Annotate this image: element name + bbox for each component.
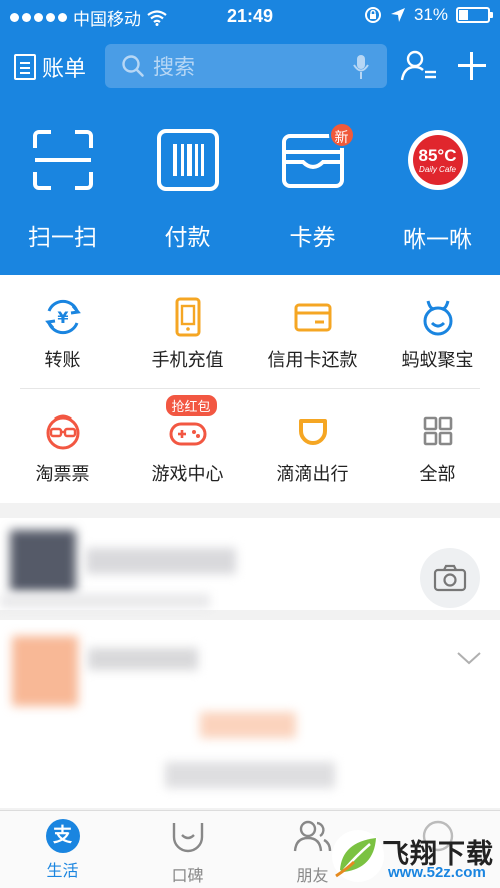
microphone-icon[interactable] [353,54,369,80]
rotation-lock-icon [364,7,381,23]
red-packet-badge: 抢红包 [165,395,217,416]
quick-action-scan[interactable]: 扫一扫 [0,128,125,252]
app-label: 游戏中心 [151,464,224,484]
scan-icon [32,130,93,190]
new-badge: 新 [328,122,355,148]
leaf-logo-icon [332,830,384,882]
app-transfer[interactable]: ¥ 转账 [0,297,125,372]
chevron-down-icon[interactable] [456,650,482,666]
phone-recharge-icon [175,297,200,337]
app-all[interactable]: 全部 [375,411,500,486]
app-credit-card[interactable]: 信用卡还款 [250,297,375,372]
quick-action-label: 扫一扫 [28,224,97,250]
feed-card-life[interactable] [0,518,500,610]
feed-avatar-blurred [10,530,76,592]
app-taopiaopiao[interactable]: 淘票票 [0,411,125,486]
friends-icon [293,820,331,852]
app-phone-recharge[interactable]: 手机充值 [125,297,250,372]
search-placeholder: 搜索 [153,56,195,79]
status-right: 31% [364,5,493,25]
transfer-icon: ¥ [44,299,81,335]
feed-card-koubei[interactable] [0,620,500,808]
app-label: 滴滴出行 [276,464,349,484]
app-grid: ¥ 转账 手机充值 信用卡还款 蚂蚁聚宝 淘票票 抢红包 游戏中心 滴滴出行 全… [0,275,500,503]
watermark-url: www.52z.com [388,864,486,881]
ant-fortune-icon [423,300,452,336]
app-ant-fortune[interactable]: 蚂蚁聚宝 [375,297,500,372]
taopiaopiao-icon [46,414,79,450]
status-bar: 中国移动 21:49 31% [0,0,500,34]
location-arrow-icon [390,8,405,22]
feed-text-blurred [200,712,296,738]
bill-icon [14,54,36,80]
cafe-logo-sub: Daily Cafe [419,164,456,174]
85c-cafe-logo: 85°C Daily Cafe [407,130,468,190]
tab-label: 口碑 [171,868,204,885]
camera-icon [433,564,467,592]
contacts-icon[interactable] [401,50,439,82]
quick-action-label: 付款 [164,224,211,250]
top-navigation: 账单 搜索 [0,40,500,92]
app-game-center[interactable]: 抢红包 游戏中心 [125,395,250,486]
feed-text-blurred [165,762,335,788]
grid-divider [20,388,480,389]
quick-action-cards[interactable]: 新 卡券 [250,122,375,252]
battery-percent: 31% [413,5,448,24]
site-watermark: 飞翔下载 www.52z.com [330,828,500,888]
game-controller-icon [169,422,206,446]
tab-life[interactable]: 支 生活 [0,819,125,881]
quick-action-xiu[interactable]: 85°C Daily Cafe 咻一咻 [375,128,500,254]
app-label: 手机充值 [151,350,224,370]
credit-card-icon [294,303,331,332]
add-icon[interactable] [456,50,488,82]
bill-button[interactable]: 账单 [14,51,86,83]
feed-text-blurred [0,594,210,608]
feed-avatar-blurred [12,636,78,706]
header-panel: 中国移动 21:49 31% 账单 搜索 扫一扫 付款 新 卡券 85°C Da… [0,0,500,275]
feed-text-blurred [86,548,236,574]
tab-koubei[interactable]: 口碑 [125,819,250,886]
quick-action-label: 咻一咻 [403,226,472,252]
quick-action-label: 卡券 [289,224,336,250]
app-label: 信用卡还款 [267,350,358,370]
barcode-icon [156,129,219,191]
app-label: 转账 [44,350,81,370]
camera-button[interactable] [420,548,480,608]
didi-icon [298,419,327,445]
tab-label: 生活 [46,863,79,880]
cafe-logo-main: 85°C [418,145,457,165]
app-label: 蚂蚁聚宝 [401,350,474,370]
app-label: 全部 [419,464,456,484]
alipay-icon: 支 [45,819,80,853]
bill-label: 账单 [42,56,87,81]
koubei-icon [172,823,203,853]
battery-icon [456,7,493,23]
svg-text:¥: ¥ [57,308,68,327]
quick-action-pay[interactable]: 付款 [125,128,250,252]
app-didi[interactable]: 滴滴出行 [250,411,375,486]
search-input[interactable]: 搜索 [105,44,387,88]
all-apps-icon [423,416,452,446]
app-label: 淘票票 [35,464,90,484]
feed-text-blurred [88,648,198,670]
search-icon [122,55,144,77]
